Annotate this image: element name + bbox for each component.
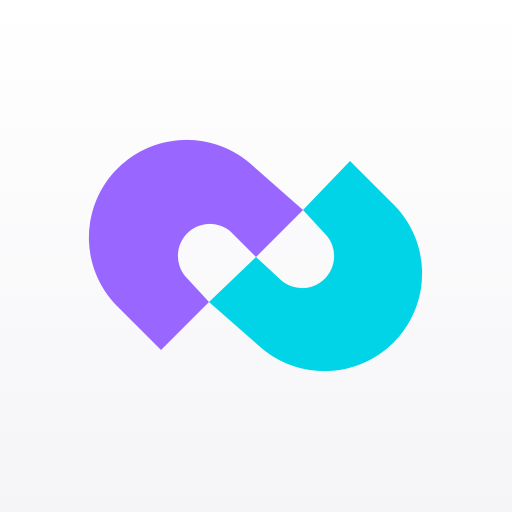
infinity-logo-icon (88, 139, 423, 372)
app-icon (0, 0, 512, 512)
